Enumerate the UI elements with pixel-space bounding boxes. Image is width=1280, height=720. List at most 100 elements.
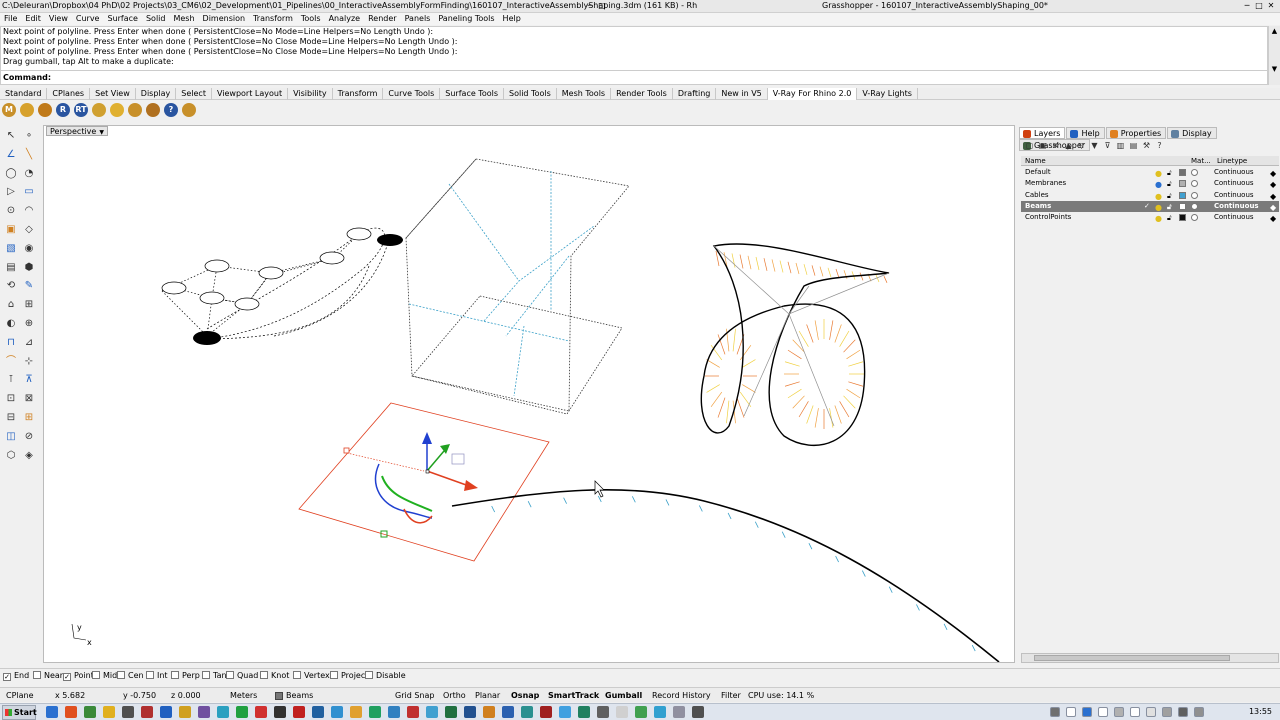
left-tool-26-icon[interactable]: ⊺ bbox=[4, 373, 18, 387]
left-tool-17-icon[interactable]: ✎ bbox=[22, 279, 36, 293]
left-tool-5-icon[interactable]: ◔ bbox=[22, 167, 36, 181]
layer-linetype[interactable]: Continuous bbox=[1214, 190, 1254, 201]
checkbox-icon[interactable] bbox=[202, 671, 210, 679]
checkbox-icon[interactable] bbox=[260, 671, 268, 679]
left-tool-31-icon[interactable]: ⊞ bbox=[22, 411, 36, 425]
taskbar-app-24-icon[interactable] bbox=[502, 706, 514, 718]
left-tool-10-icon[interactable]: ▣ bbox=[4, 223, 18, 237]
taskbar-app-7-icon[interactable] bbox=[179, 706, 191, 718]
taskbar-app-13-icon[interactable] bbox=[293, 706, 305, 718]
layer-row[interactable]: Membranes ● 🔓︎ Continuous ◆ bbox=[1021, 178, 1279, 189]
layer-color-swatch[interactable] bbox=[1179, 214, 1186, 222]
left-tool-4-icon[interactable]: ◯ bbox=[4, 167, 18, 181]
tray-7-icon[interactable] bbox=[1162, 707, 1172, 717]
tab-drafting[interactable]: Drafting bbox=[673, 88, 717, 100]
taskbar-app-20-icon[interactable] bbox=[426, 706, 438, 718]
left-tool-23-icon[interactable]: ⊿ bbox=[22, 336, 36, 350]
status-grid-snap[interactable]: Grid Snap bbox=[395, 690, 434, 701]
left-tool-11-icon[interactable]: ◇ bbox=[22, 223, 36, 237]
left-tool-29-icon[interactable]: ⊠ bbox=[22, 392, 36, 406]
osnap-end[interactable]: ✓ End bbox=[3, 671, 29, 681]
taskbar-app-31-icon[interactable] bbox=[635, 706, 647, 718]
taskbar-app-16-icon[interactable] bbox=[350, 706, 362, 718]
column-material[interactable]: Mat... bbox=[1191, 156, 1211, 166]
menu-edit[interactable]: Edit bbox=[21, 13, 45, 25]
tab-set-view[interactable]: Set View bbox=[90, 88, 136, 100]
taskbar-app-32-icon[interactable] bbox=[654, 706, 666, 718]
taskbar-app-15-icon[interactable] bbox=[331, 706, 343, 718]
tab-new-in-v5[interactable]: New in V5 bbox=[716, 88, 768, 100]
vray-tool-6-icon[interactable] bbox=[110, 103, 124, 117]
tab-visibility[interactable]: Visibility bbox=[288, 88, 333, 100]
taskbar-app-0-icon[interactable] bbox=[46, 706, 58, 718]
taskbar-app-11-icon[interactable] bbox=[255, 706, 267, 718]
tab-solid-tools[interactable]: Solid Tools bbox=[504, 88, 557, 100]
taskbar-app-25-icon[interactable] bbox=[521, 706, 533, 718]
tab-vray-for-rhino[interactable]: V-Ray For Rhino 2.0 bbox=[767, 88, 858, 100]
taskbar-app-26-icon[interactable] bbox=[540, 706, 552, 718]
layer-material-swatch[interactable] bbox=[1191, 214, 1198, 222]
vray-tool-4-icon[interactable]: RT bbox=[74, 103, 88, 117]
panel-scrollbar[interactable] bbox=[1021, 653, 1279, 663]
layer-tool-1-icon[interactable]: ▣ bbox=[1036, 141, 1049, 150]
osnap-vertex[interactable]: Vertex bbox=[293, 671, 330, 681]
layer-color-swatch[interactable] bbox=[1179, 180, 1186, 188]
tab-vray-lights[interactable]: V-Ray Lights bbox=[857, 88, 918, 100]
left-tool-28-icon[interactable]: ⊡ bbox=[4, 392, 18, 406]
layer-row[interactable]: Cables ● 🔓︎ Continuous ◆ bbox=[1021, 190, 1279, 201]
panel-tab-display[interactable]: Display bbox=[1167, 127, 1217, 139]
layer-row[interactable]: Default ● 🔓︎ Continuous ◆ bbox=[1021, 167, 1279, 178]
menu-view[interactable]: View bbox=[45, 13, 72, 25]
status-units[interactable]: Meters bbox=[230, 690, 257, 701]
menu-help[interactable]: Help bbox=[499, 13, 525, 25]
osnap-int[interactable]: Int bbox=[146, 671, 168, 681]
taskbar-app-17-icon[interactable] bbox=[369, 706, 381, 718]
tab-display[interactable]: Display bbox=[136, 88, 177, 100]
checkbox-icon[interactable] bbox=[92, 671, 100, 679]
command-scrollbar[interactable]: ▲ ▼ bbox=[1268, 26, 1280, 85]
menu-panels[interactable]: Panels bbox=[401, 13, 435, 25]
taskbar-app-8-icon[interactable] bbox=[198, 706, 210, 718]
taskbar-app-1-icon[interactable] bbox=[65, 706, 77, 718]
tab-select[interactable]: Select bbox=[176, 88, 212, 100]
menu-file[interactable]: File bbox=[0, 13, 21, 25]
layer-material-swatch[interactable] bbox=[1191, 191, 1198, 199]
taskbar-app-27-icon[interactable] bbox=[559, 706, 571, 718]
osnap-mid[interactable]: Mid bbox=[92, 671, 117, 681]
left-tool-32-icon[interactable]: ◫ bbox=[4, 430, 18, 444]
menu-render[interactable]: Render bbox=[364, 13, 400, 25]
column-name[interactable]: Name bbox=[1025, 156, 1046, 166]
tab-mesh-tools[interactable]: Mesh Tools bbox=[557, 88, 612, 100]
layer-row[interactable]: ControlPoints ● 🔓︎ Continuous ◆ bbox=[1021, 212, 1279, 223]
left-tool-12-icon[interactable]: ▧ bbox=[4, 242, 18, 256]
close-icon[interactable]: ✕ bbox=[1266, 1, 1276, 11]
taskbar-app-3-icon[interactable] bbox=[103, 706, 115, 718]
minimize-icon[interactable]: ─ bbox=[585, 1, 595, 11]
taskbar-app-19-icon[interactable] bbox=[407, 706, 419, 718]
menu-surface[interactable]: Surface bbox=[103, 13, 141, 25]
checkbox-icon[interactable] bbox=[226, 671, 234, 679]
print-width-icon[interactable]: ◆ bbox=[1270, 213, 1276, 224]
layer-color-swatch[interactable] bbox=[275, 692, 283, 700]
left-tool-16-icon[interactable]: ⟲ bbox=[4, 279, 18, 293]
status-planar[interactable]: Planar bbox=[475, 690, 500, 701]
menu-dimension[interactable]: Dimension bbox=[199, 13, 250, 25]
maximize-icon[interactable]: □ bbox=[1254, 1, 1264, 11]
layer-row[interactable]: Beams ✓ ● 🔓︎ Continuous ◆ bbox=[1021, 200, 1279, 212]
taskbar-app-2-icon[interactable] bbox=[84, 706, 96, 718]
scroll-thumb[interactable] bbox=[1034, 655, 1230, 661]
status-cplane[interactable]: CPlane bbox=[6, 690, 34, 701]
status-layer[interactable]: Beams bbox=[286, 690, 313, 701]
tray-9-icon[interactable] bbox=[1194, 707, 1204, 717]
vray-tool-9-icon[interactable]: ? bbox=[164, 103, 178, 117]
vray-tool-8-icon[interactable] bbox=[146, 103, 160, 117]
column-linetype[interactable]: Linetype bbox=[1217, 156, 1247, 166]
panel-tab-layers[interactable]: Layers bbox=[1019, 127, 1066, 139]
left-tool-2-icon[interactable]: ∠ bbox=[4, 148, 18, 162]
vray-tool-10-icon[interactable] bbox=[182, 103, 196, 117]
panel-tab-help[interactable]: Help bbox=[1066, 127, 1105, 139]
status-record-history[interactable]: Record History bbox=[652, 690, 711, 701]
tray-6-icon[interactable] bbox=[1146, 707, 1156, 717]
layer-linetype[interactable]: Continuous bbox=[1214, 201, 1259, 212]
left-tool-21-icon[interactable]: ⊕ bbox=[22, 317, 36, 331]
